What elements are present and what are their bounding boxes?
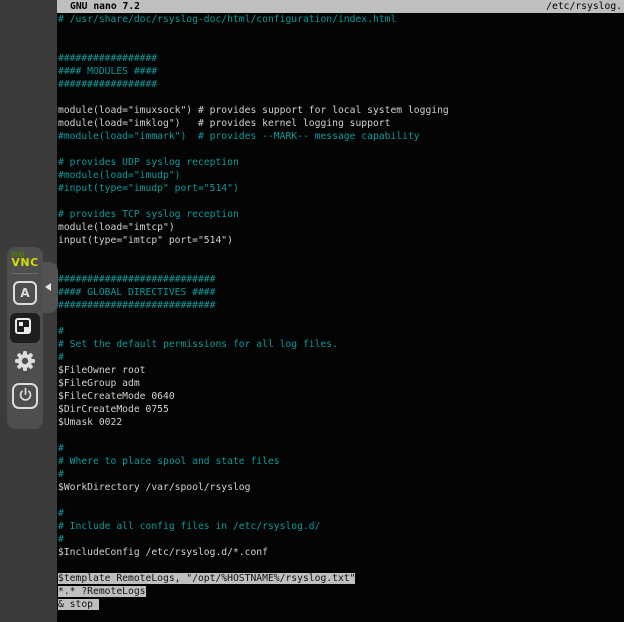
editor-line [58, 195, 624, 208]
editor-line [58, 559, 624, 572]
editor-line: $WorkDirectory /var/spool/rsyslog [58, 481, 624, 494]
editor-line: #### GLOBAL DIRECTIVES #### [58, 286, 624, 299]
editor-line: #module(load="immark") # provides --MARK… [58, 130, 624, 143]
editor-line: $Umask 0022 [58, 416, 624, 429]
editor-line: ################# [58, 52, 624, 65]
editor-line: ########################### [58, 299, 624, 312]
editor-line: # [58, 468, 624, 481]
editor-line: # [58, 442, 624, 455]
editor-line: module(load="imtcp") [58, 221, 624, 234]
editor-line: module(load="imklog") # provides kernel … [58, 117, 624, 130]
editor-line: # Where to place spool and state files [58, 455, 624, 468]
editor-line: & stop [58, 598, 624, 611]
terminal-screen[interactable]: GNU nano 7.2 /etc/rsyslog. # /usr/share/… [57, 0, 624, 622]
editor-line: # [58, 507, 624, 520]
editor-line: $FileGroup adm [58, 377, 624, 390]
power-icon [18, 387, 33, 406]
editor-line [58, 494, 624, 507]
extra-keys-button[interactable]: A [13, 281, 37, 305]
editor-line: $FileOwner root [58, 364, 624, 377]
keyboard-a-icon: A [20, 281, 29, 305]
editor-line: $FileCreateMode 0640 [58, 390, 624, 403]
gear-icon [13, 349, 37, 377]
editor-line [58, 39, 624, 52]
editor-line: #input(type="imudp" port="514") [58, 182, 624, 195]
editor-line: $template RemoteLogs, "/opt/%HOSTNAME%/r… [58, 572, 624, 585]
editor-line: # [58, 351, 624, 364]
editor-line: $DirCreateMode 0755 [58, 403, 624, 416]
novnc-logo-vnc: VNC [11, 259, 38, 267]
nano-app-title: GNU nano 7.2 [70, 0, 140, 13]
editor-lines: # /usr/share/doc/rsyslog-doc/html/config… [57, 13, 624, 611]
editor-line [58, 143, 624, 156]
novnc-control-bar: no VNC A [7, 247, 43, 429]
editor-line: # Set the default permissions for all lo… [58, 338, 624, 351]
disconnect-button[interactable] [12, 383, 38, 409]
editor-line: *.* ?RemoteLogs [58, 585, 624, 598]
editor-line: # provides UDP syslog reception [58, 156, 624, 169]
chevron-left-icon [45, 283, 51, 291]
editor-line [58, 26, 624, 39]
novnc-logo: no VNC [11, 251, 38, 267]
editor-line [58, 260, 624, 273]
editor-line: ################# [58, 78, 624, 91]
editor-line [58, 312, 624, 325]
editor-line [58, 429, 624, 442]
editor-line: # provides TCP syslog reception [58, 208, 624, 221]
editor-line: module(load="imuxsock") # provides suppo… [58, 104, 624, 117]
editor-line [58, 91, 624, 104]
editor-line: $IncludeConfig /etc/rsyslog.d/*.conf [58, 546, 624, 559]
divider [12, 273, 38, 274]
editor-line: ########################### [58, 273, 624, 286]
editor-line: # Include all config files in /etc/rsysl… [58, 520, 624, 533]
settings-button[interactable] [13, 349, 37, 377]
editor-line: input(type="imtcp" port="514") [58, 234, 624, 247]
editor-line [58, 247, 624, 260]
nano-file-title: /etc/rsyslog. [546, 0, 622, 13]
editor-line: #### MODULES #### [58, 65, 624, 78]
editor-line: #module(load="imudp") [58, 169, 624, 182]
editor-line: # [58, 325, 624, 338]
nano-titlebar: GNU nano 7.2 /etc/rsyslog. [57, 0, 624, 13]
fullscreen-button[interactable] [10, 313, 40, 343]
editor-line: # [58, 533, 624, 546]
editor-line: # /usr/share/doc/rsyslog-doc/html/config… [58, 13, 624, 26]
